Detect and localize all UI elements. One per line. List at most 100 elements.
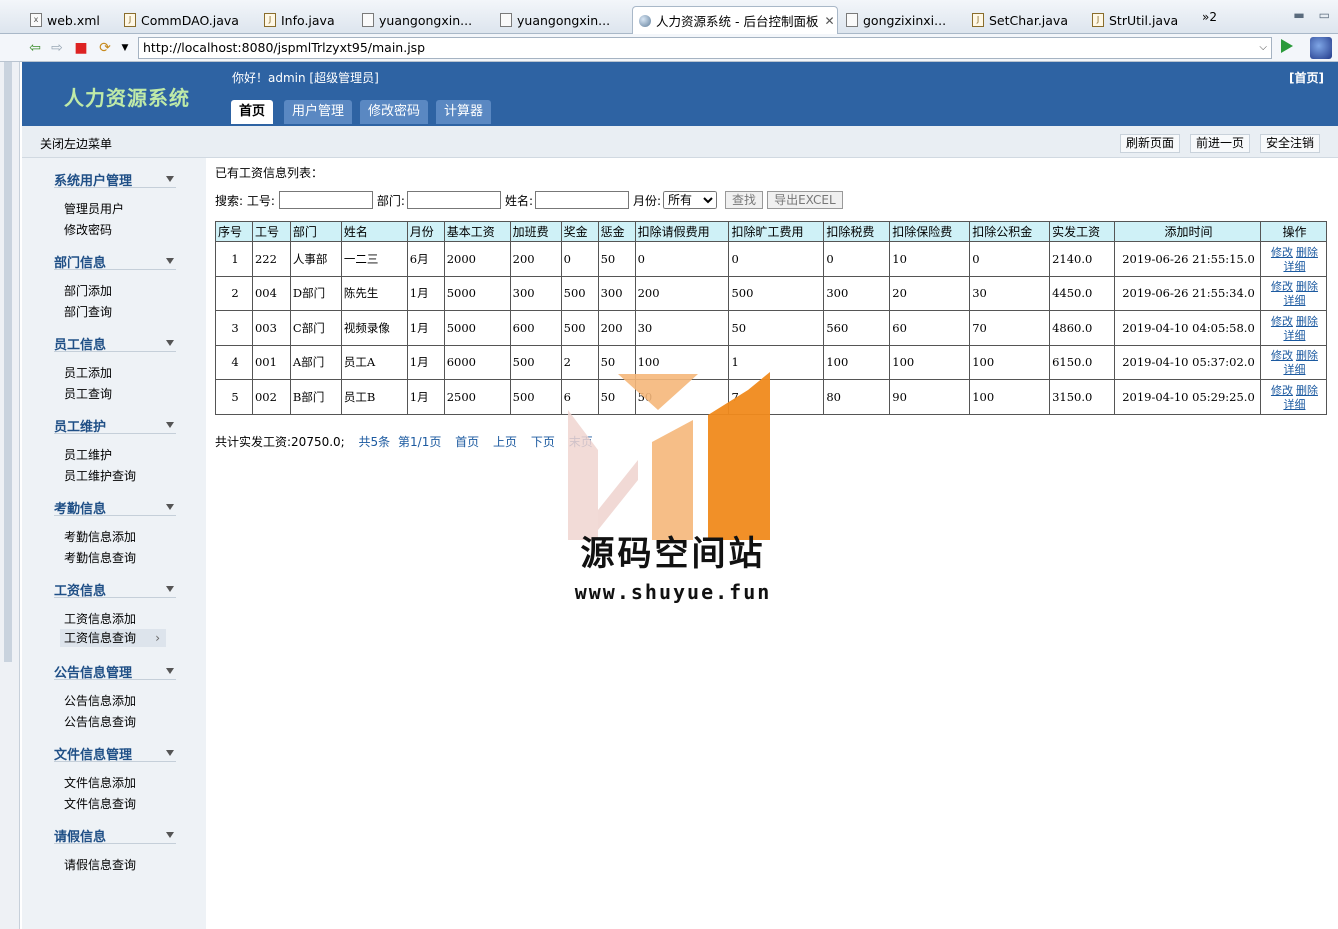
tab-calculator[interactable]: 计算器	[436, 100, 492, 124]
table-cell: 200	[597, 310, 636, 346]
home-link[interactable]: [首页]	[1289, 69, 1324, 86]
menu-item-attendance-add[interactable]: 考勤信息添加	[64, 528, 136, 545]
url-dropdown-icon[interactable]: ⌵	[1259, 38, 1267, 58]
editor-tab-commdao[interactable]: J CommDAO.java	[118, 6, 258, 34]
forward-page-button[interactable]: 前进一页	[1190, 134, 1251, 153]
edit-link[interactable]: 修改	[1271, 246, 1293, 259]
menu-item-attendance-query[interactable]: 考勤信息查询	[64, 549, 136, 566]
table-cell: 2019-04-10 05:29:25.0	[1114, 379, 1261, 415]
column-header: 序号	[215, 221, 253, 242]
prev-page-link[interactable]: 上页	[493, 435, 517, 449]
maximize-icon[interactable]: ▭	[1319, 8, 1330, 22]
menu-item-leave-query[interactable]: 请假信息查询	[64, 856, 136, 873]
table-cell: 10	[889, 241, 971, 277]
edit-link[interactable]: 修改	[1271, 384, 1293, 397]
menu-item-employee-add[interactable]: 员工添加	[64, 364, 112, 381]
export-excel-button[interactable]: 导出EXCEL	[767, 191, 843, 209]
menu-item-admin-users[interactable]: 管理员用户	[64, 200, 124, 217]
history-dropdown-icon[interactable]: ▼	[116, 39, 134, 57]
menu-item-dept-add[interactable]: 部门添加	[64, 282, 112, 299]
table-row: 3 003 C部门 视频录像 1月 5000 600 500 200 30 50 560 60 70 486…	[215, 310, 1328, 346]
edit-link[interactable]: 修改	[1271, 280, 1293, 293]
department-input[interactable]	[406, 191, 501, 209]
menu-section-employee-maintain[interactable]: 员工维护	[54, 414, 176, 435]
go-icon[interactable]	[1281, 39, 1293, 53]
month-select[interactable]: 所有	[663, 191, 718, 209]
menu-item-salary-add[interactable]: 工资信息添加	[64, 610, 136, 627]
menu-item-change-password[interactable]: 修改密码	[64, 221, 112, 238]
table-cell: 100	[969, 344, 1051, 380]
menu-item-employee-query[interactable]: 员工查询	[64, 385, 112, 402]
search-button[interactable]: 查找	[725, 191, 764, 209]
refresh-icon[interactable]: ⟳	[96, 39, 114, 57]
menu-item-dept-query[interactable]: 部门查询	[64, 303, 112, 320]
last-page-link[interactable]: 末页	[569, 435, 593, 449]
menu-section-salary[interactable]: 工资信息	[54, 578, 176, 599]
editor-tab-setchar[interactable]: J SetChar.java	[966, 6, 1084, 34]
menu-item-notice-query[interactable]: 公告信息查询	[64, 713, 136, 730]
menu-section-notice[interactable]: 公告信息管理	[54, 660, 176, 681]
next-page-link[interactable]: 下页	[531, 435, 555, 449]
menu-section-system-users[interactable]: 系统用户管理	[54, 168, 176, 189]
delete-link[interactable]: 删除	[1296, 246, 1318, 259]
url-input[interactable]: http://localhost:8080/jspmlTrlzyxt95/mai…	[138, 37, 1272, 59]
minimize-icon[interactable]: ▬	[1293, 8, 1304, 22]
detail-link[interactable]: 详细	[1283, 260, 1305, 273]
delete-link[interactable]: 删除	[1296, 280, 1318, 293]
table-cell: 一二三	[340, 241, 408, 277]
menu-item-notice-add[interactable]: 公告信息添加	[64, 692, 136, 709]
refresh-page-button[interactable]: 刷新页面	[1120, 134, 1181, 153]
menu-item-maintain[interactable]: 员工维护	[64, 446, 112, 463]
row-actions: 修改 删除 详细	[1259, 275, 1328, 311]
delete-link[interactable]: 删除	[1296, 384, 1318, 397]
employee-id-input[interactable]	[278, 191, 373, 209]
detail-link[interactable]: 详细	[1283, 398, 1305, 411]
first-page-link[interactable]: 首页	[455, 435, 479, 449]
logout-button[interactable]: 安全注销	[1260, 134, 1321, 153]
table-cell: C部门	[289, 310, 342, 346]
table-cell: 500	[560, 275, 599, 311]
tab-home[interactable]: 首页	[231, 100, 274, 124]
back-icon[interactable]: ⇦	[26, 39, 44, 57]
close-tab-icon[interactable]: ✕	[824, 14, 834, 28]
detail-link[interactable]: 详细	[1283, 329, 1305, 342]
menu-section-attendance[interactable]: 考勤信息	[54, 496, 176, 517]
detail-link[interactable]: 详细	[1283, 294, 1305, 307]
edit-link[interactable]: 修改	[1271, 349, 1293, 362]
editor-tab-browser-active[interactable]: 人力资源系统 - 后台控制面板 ✕	[632, 6, 838, 34]
stop-icon[interactable]: ■	[72, 39, 90, 57]
table-cell: 50	[728, 310, 825, 346]
editor-tab-gongzixinxi[interactable]: gongzixinxi...	[840, 6, 966, 34]
editor-tab-strutil[interactable]: J StrUtil.java	[1086, 6, 1196, 34]
delete-link[interactable]: 删除	[1296, 315, 1318, 328]
detail-link[interactable]: 详细	[1283, 363, 1305, 376]
delete-link[interactable]: 删除	[1296, 349, 1318, 362]
table-cell: 6月	[406, 241, 445, 277]
java-file-icon: J	[264, 13, 276, 27]
table-cell: 004	[251, 275, 291, 311]
menu-item-salary-query[interactable]: 工资信息查询 ›	[60, 629, 166, 647]
table-footer: 共计实发工资:20750.0; 共5条 第1/1页 首页 上页 下页 末页	[215, 433, 593, 450]
editor-tab-web-xml[interactable]: x web.xml	[24, 6, 120, 34]
menu-section-leave[interactable]: 请假信息	[54, 824, 176, 845]
menu-item-maintain-query[interactable]: 员工维护查询	[64, 467, 136, 484]
edit-link[interactable]: 修改	[1271, 315, 1293, 328]
forward-icon[interactable]: ⇨	[48, 39, 66, 57]
tabs-overflow-button[interactable]: »2	[1202, 10, 1217, 24]
scrollbar[interactable]	[4, 62, 12, 662]
editor-tab-yuangongxin-2[interactable]: yuangongxin...	[494, 6, 632, 34]
menu-section-file[interactable]: 文件信息管理	[54, 742, 176, 763]
name-input[interactable]	[535, 191, 629, 209]
table-cell: 陈先生	[340, 275, 408, 311]
editor-tab-yuangongxin-1[interactable]: yuangongxin...	[356, 6, 496, 34]
menu-item-file-query[interactable]: 文件信息查询	[64, 795, 136, 812]
close-left-menu-button[interactable]: 关闭左边菜单	[40, 135, 112, 152]
editor-tab-info[interactable]: J Info.java	[258, 6, 358, 34]
menu-section-employee[interactable]: 员工信息	[54, 332, 176, 353]
table-cell: 90	[889, 379, 971, 415]
tab-user-management[interactable]: 用户管理	[284, 100, 353, 124]
menu-section-department[interactable]: 部门信息	[54, 250, 176, 271]
menu-item-file-add[interactable]: 文件信息添加	[64, 774, 136, 791]
tab-change-password[interactable]: 修改密码	[360, 100, 429, 124]
eclipse-icon[interactable]	[1310, 37, 1332, 59]
